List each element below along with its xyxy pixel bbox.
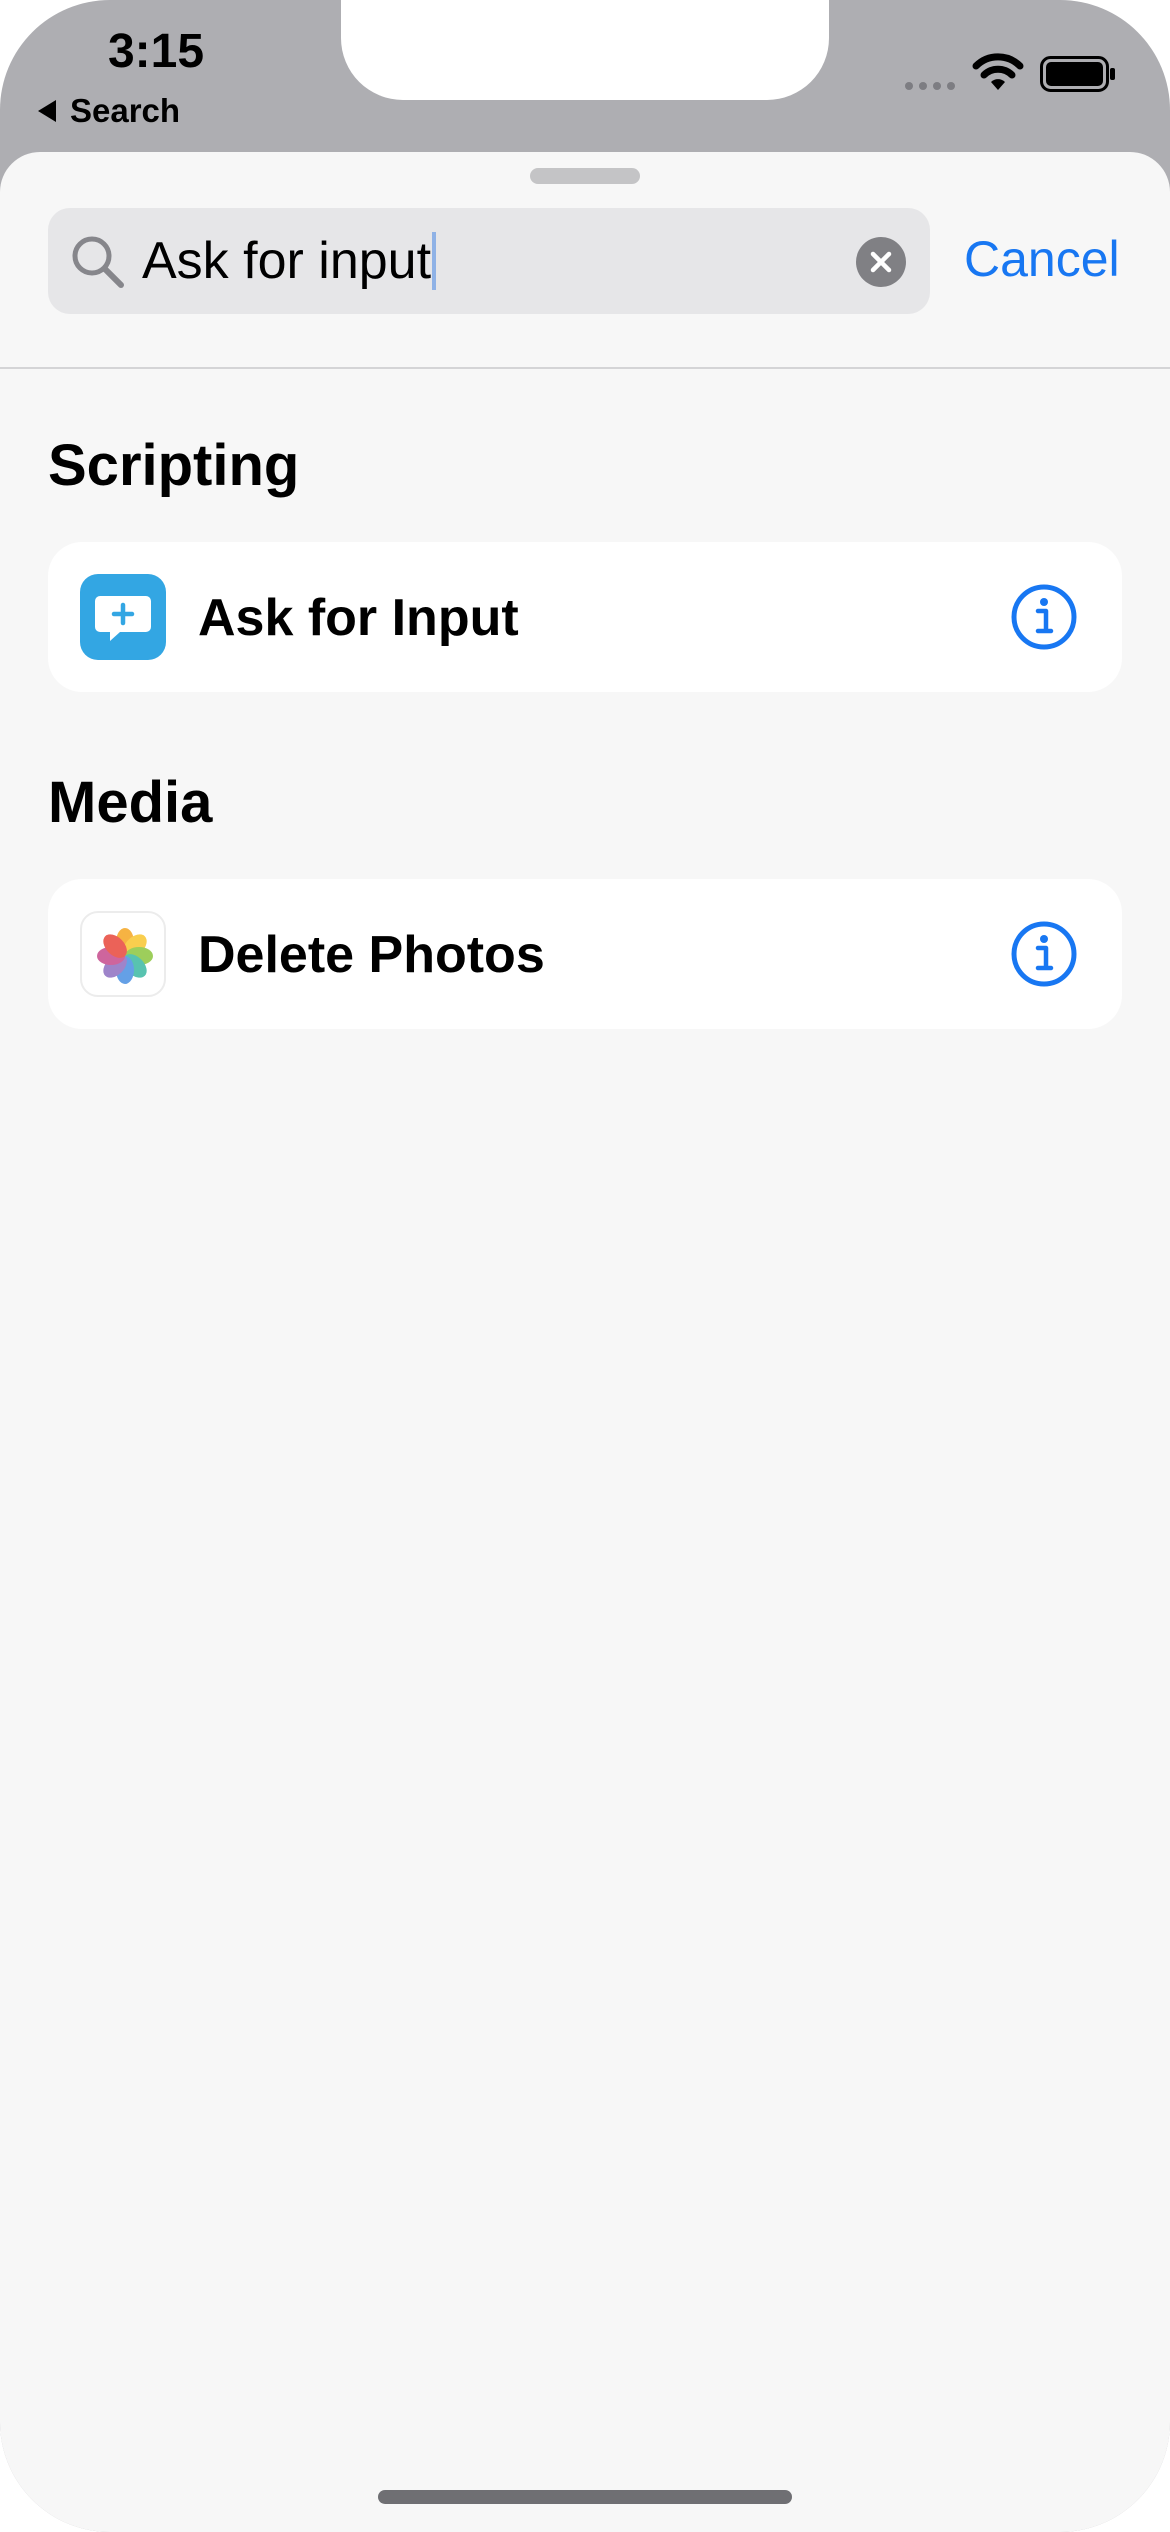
action-row-ask-for-input[interactable]: Ask for Input <box>48 542 1122 692</box>
clear-search-button[interactable] <box>856 237 906 287</box>
search-input-value: Ask for input <box>142 232 432 290</box>
search-input[interactable]: Ask for input <box>142 232 437 290</box>
info-icon[interactable] <box>1010 583 1078 651</box>
action-label: Ask for Input <box>198 589 519 647</box>
info-icon[interactable] <box>1010 920 1078 988</box>
header-divider <box>0 367 1170 369</box>
section-title-media: Media <box>48 770 213 835</box>
device-screen: 3:15 Search Ask for input Cancel Scripti… <box>0 0 1170 2532</box>
cellular-signal-icon <box>905 82 955 90</box>
clear-icon <box>870 251 892 273</box>
status-time: 3:15 <box>107 25 205 78</box>
sheet-grabber[interactable] <box>530 168 640 184</box>
search-field[interactable]: Ask for input <box>48 208 930 314</box>
home-indicator[interactable] <box>378 2490 792 2504</box>
wifi-icon <box>972 53 1024 90</box>
photos-icon <box>80 911 166 997</box>
ask-for-input-icon <box>80 574 166 660</box>
back-arrow-icon <box>38 100 56 122</box>
actions-search-sheet: Ask for input Cancel Scripting Ask for I… <box>0 152 1170 2532</box>
cancel-button[interactable]: Cancel <box>964 230 1120 288</box>
action-label: Delete Photos <box>198 926 545 984</box>
back-to-search-link[interactable]: Search <box>38 92 180 130</box>
action-row-delete-photos[interactable]: Delete Photos <box>48 879 1122 1029</box>
battery-icon <box>1040 56 1115 92</box>
back-link-label: Search <box>70 92 181 129</box>
notch <box>341 0 829 100</box>
search-icon <box>72 236 124 288</box>
section-title-scripting: Scripting <box>48 433 300 498</box>
text-caret <box>432 232 437 290</box>
